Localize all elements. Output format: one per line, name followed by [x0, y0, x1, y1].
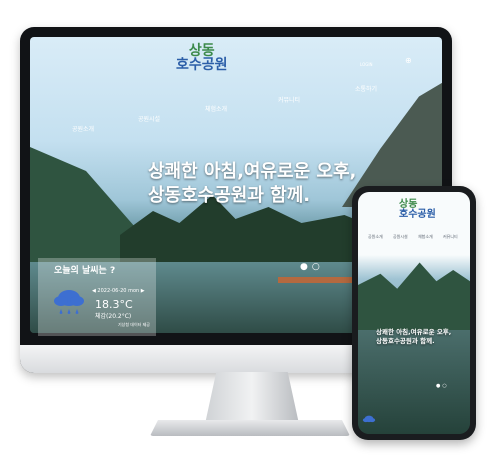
phone-slider-dots[interactable]: ●○: [436, 383, 449, 389]
phone-hero-line-1: 상쾌한 아침,여유로운 오후,: [376, 328, 452, 336]
dock: [278, 277, 358, 283]
phone-hero-headline: 상쾌한 아침,여유로운 오후, 상동호수공원과 함께.: [376, 328, 451, 346]
nav-item-community[interactable]: 커뮤니티: [278, 95, 300, 104]
phone-rain-cloud-icon: [362, 415, 376, 423]
weather-temperature: 18.3°C: [95, 298, 133, 311]
phone-hero-line-2: 상동호수공원과 함께.: [376, 337, 435, 345]
phone-nav-experience[interactable]: 체험소개: [418, 234, 433, 240]
monitor-stand-neck: [205, 372, 299, 424]
rain-cloud-icon: [54, 290, 84, 315]
phone-nav-facilities[interactable]: 공원시설: [393, 234, 408, 240]
nav-item-contact[interactable]: 소통하기: [355, 84, 377, 93]
slider-dots[interactable]: ●○: [300, 262, 324, 272]
hero-line-2: 상동호수공원과 함께.: [148, 185, 311, 206]
logo-line-2: 호수공원: [176, 57, 228, 73]
phone-nav-community[interactable]: 커뮤니티: [443, 234, 458, 240]
phone-nav-about[interactable]: 공원소개: [368, 234, 383, 240]
nav-item-facilities[interactable]: 공원시설: [138, 114, 160, 123]
nav-item-experience[interactable]: 체험소개: [205, 104, 227, 113]
hero-line-1: 상쾌한 아침,여유로운 오후,: [148, 161, 357, 182]
phone-logo[interactable]: 상동 호수공원: [399, 200, 436, 220]
weather-feels-like: 체감(20.2°C): [95, 313, 132, 320]
hero-headline: 상쾌한 아침,여유로운 오후, 상동호수공원과 함께.: [148, 160, 356, 208]
phone-logo-line-2: 호수공원: [399, 209, 436, 220]
weather-title: 오늘의 날씨는 ?: [54, 266, 116, 276]
monitor-stand-base: [150, 420, 350, 436]
site-logo[interactable]: 상동 호수공원: [176, 44, 228, 72]
logo-line-1: 상동: [188, 43, 215, 59]
login-link[interactable]: LOGIN: [360, 62, 373, 67]
menu-icon[interactable]: ⊕: [405, 56, 412, 65]
weather-source: 기상청 데이터 제공: [118, 322, 150, 327]
nav-item-about[interactable]: 공원소개: [72, 124, 94, 133]
weather-date[interactable]: ◀ 2022-06-20 mon ▶: [92, 288, 145, 294]
